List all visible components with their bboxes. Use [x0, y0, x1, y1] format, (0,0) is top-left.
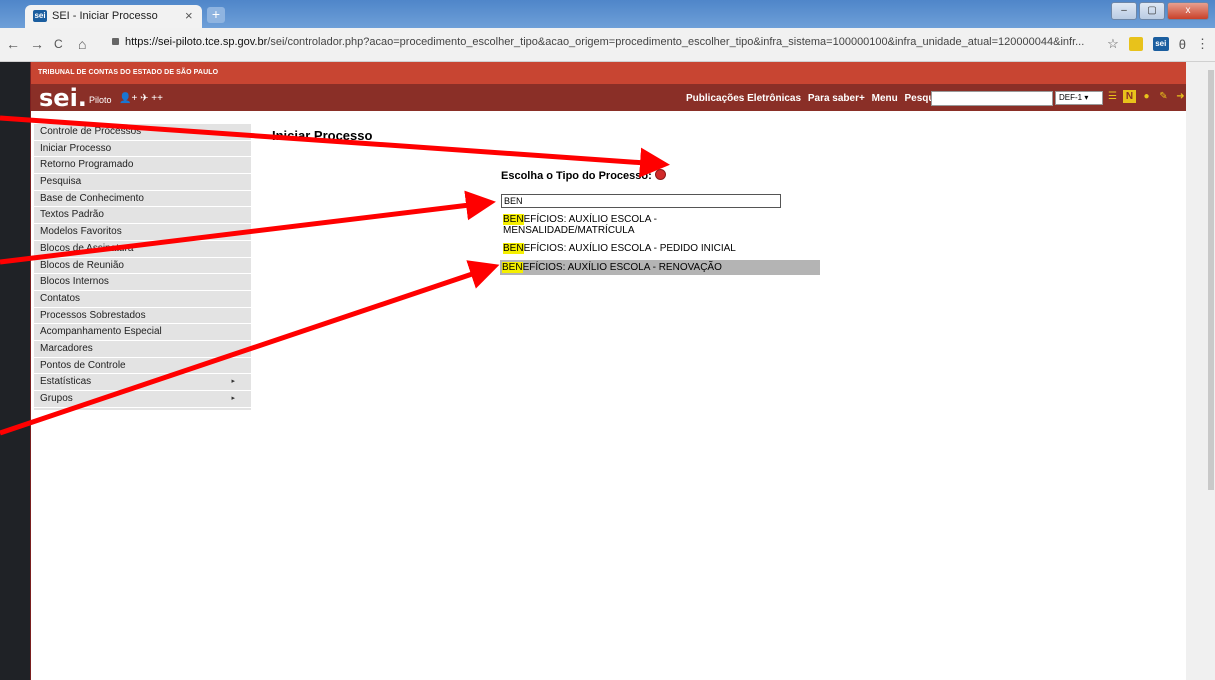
- annotation-arrow: [0, 115, 670, 178]
- annotation-arrow: [0, 260, 500, 436]
- annotation-arrows: [0, 115, 670, 436]
- annotation-arrow: [0, 190, 496, 265]
